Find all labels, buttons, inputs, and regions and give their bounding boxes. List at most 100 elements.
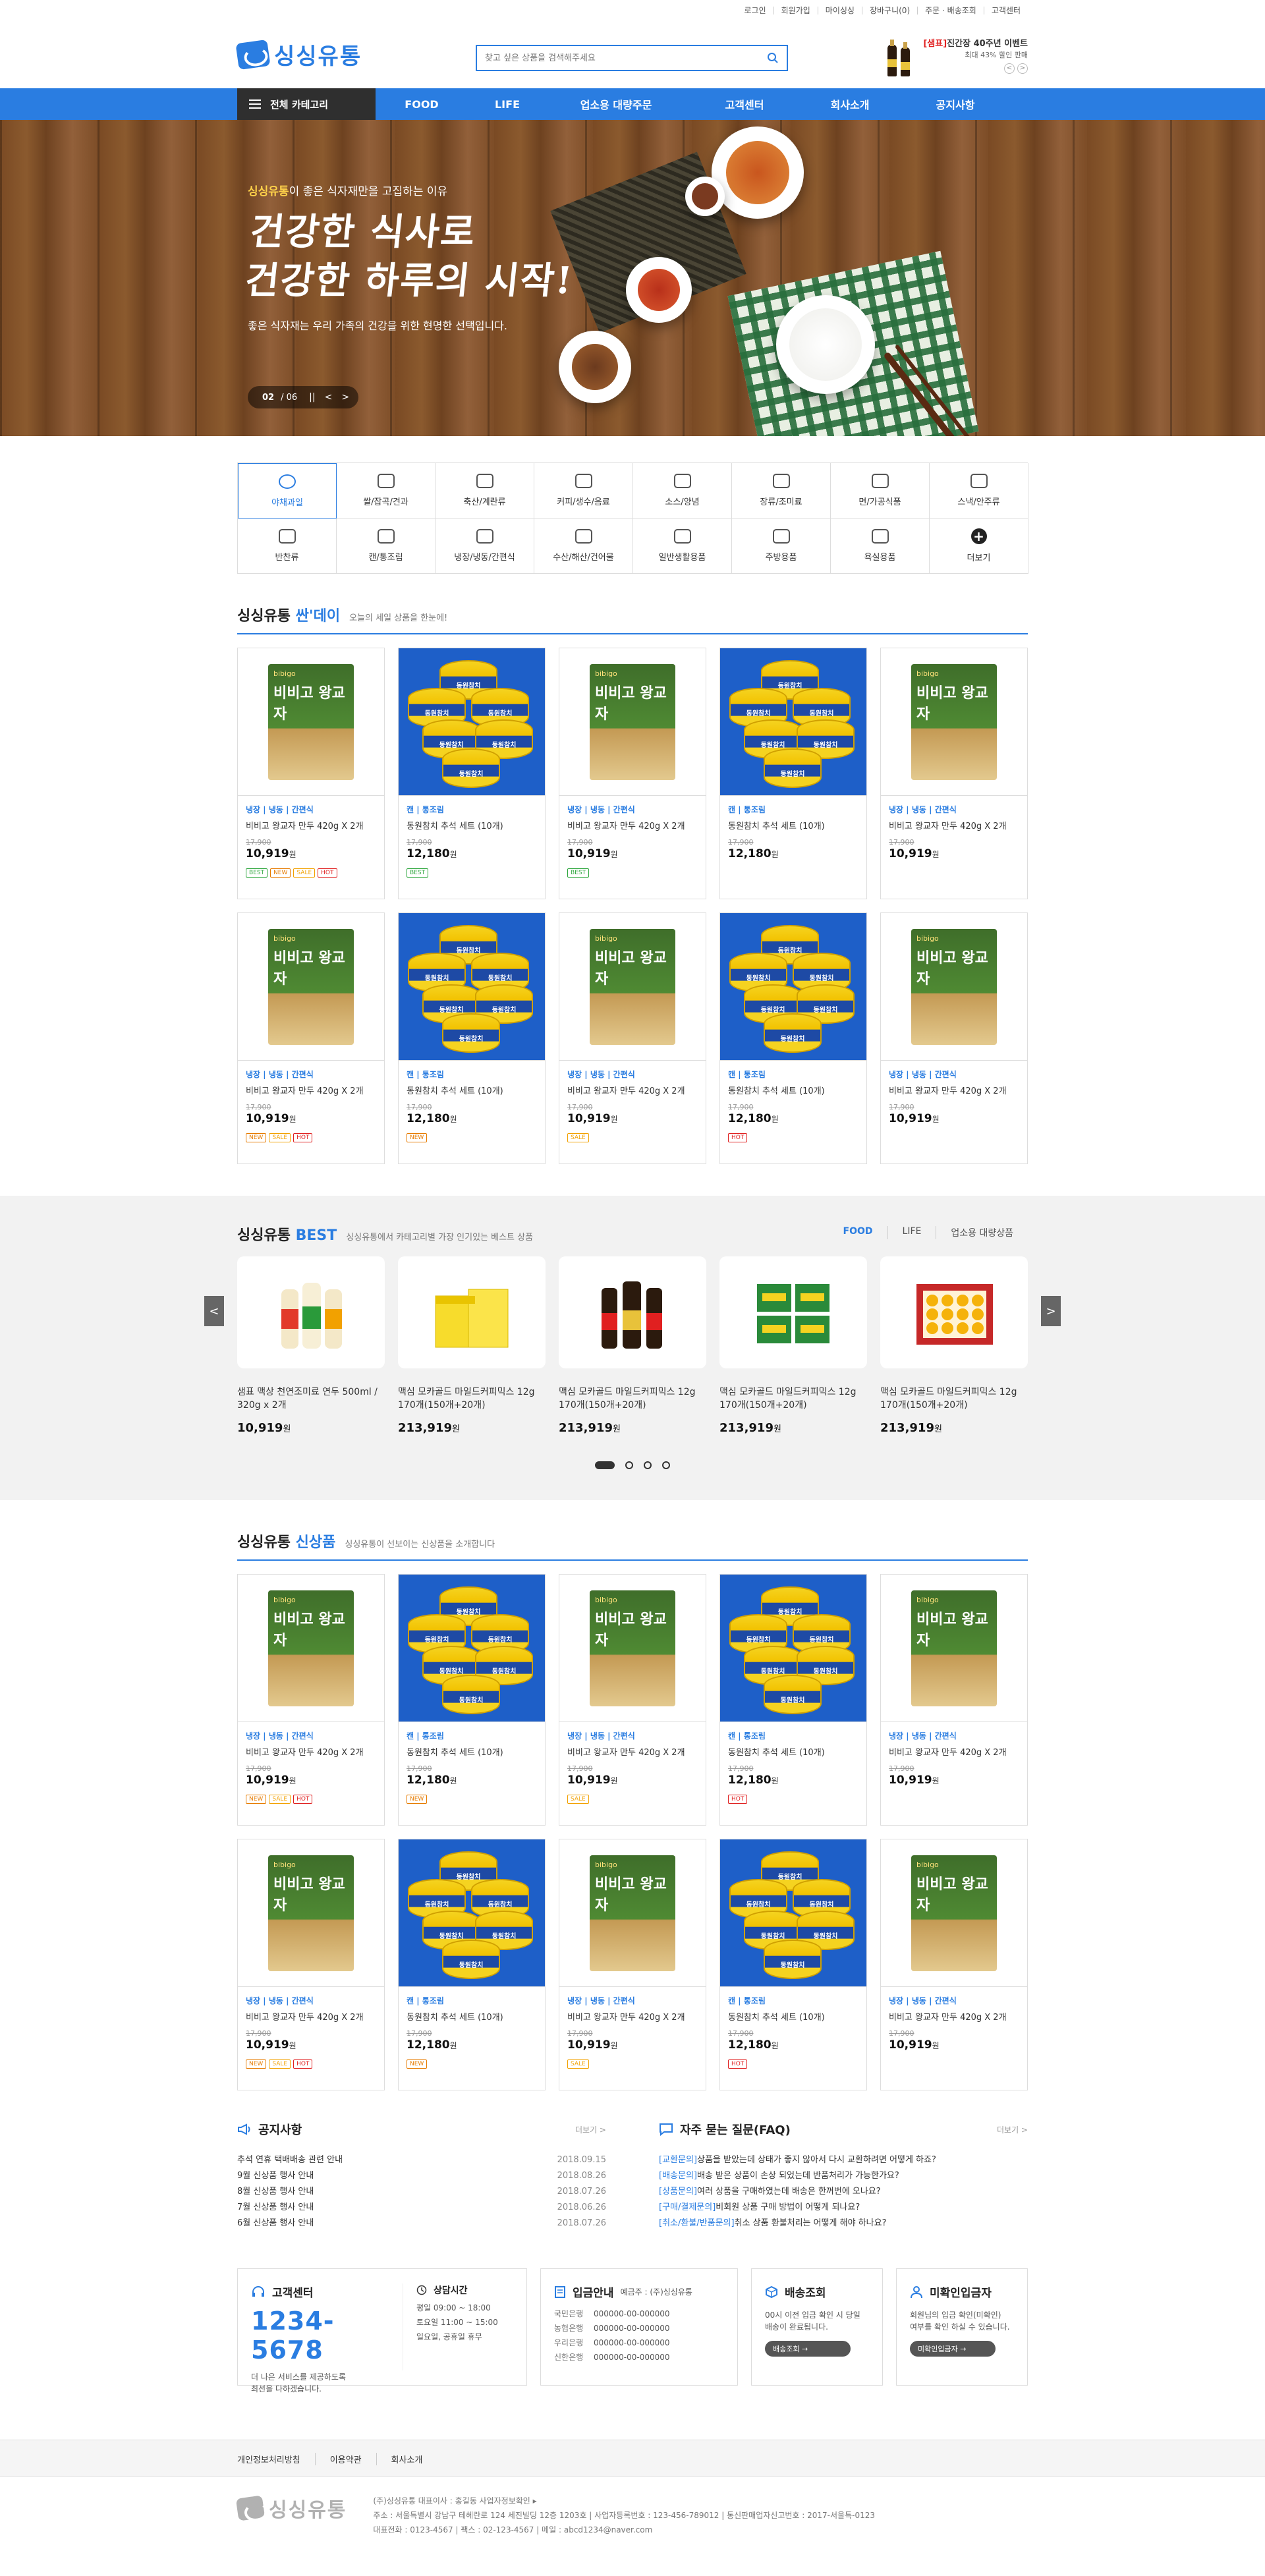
product-name[interactable]: 비비고 왕교자 만두 420g X 2개 [567,1084,698,1096]
product-card[interactable]: 동원참치 동원참치 동원참치 동원참치 동원참치 동원참치 캔 | 통조림 동원참치 추석 세… [398,912,546,1164]
product-name[interactable]: 비비고 왕교자 만두 420g X 2개 [567,1745,698,1758]
faq-item[interactable]: [교환문의]상품을 받았는데 상태가 좋지 않아서 다시 교환하려면 어떻게 하… [659,2152,1028,2168]
product-card[interactable]: bibigo 비비고 왕교자 냉장 | 냉동 | 간편식 비비고 왕교자 만두 420… [559,1839,706,2090]
faq-item-question[interactable]: 배송 받은 상품이 손상 되었는데 반품처리가 가능한가요? [697,2171,899,2181]
notice-item[interactable]: 8월 신상품 행사 안내 2018.07.26 [237,2184,606,2200]
product-name[interactable]: 동원참치 추석 세트 (10개) [728,819,858,831]
faq-item-question[interactable]: 여러 상품을 구매하였는데 배송은 한꺼번에 오나요? [697,2187,881,2197]
product-card[interactable]: bibigo 비비고 왕교자 냉장 | 냉동 | 간편식 비비고 왕교자 만두 420… [237,648,385,899]
best-product-item[interactable]: 맥심 모카골드 마일드커피믹스 12g 170개(150개+20개) 213,91… [398,1256,546,1435]
best-next-button[interactable]: > [1041,1296,1061,1326]
product-name[interactable]: 동원참치 추석 세트 (10개) [728,1745,858,1758]
product-image[interactable]: 동원참치 동원참치 동원참치 동원참치 동원참치 동원참치 [399,648,545,796]
category-item[interactable]: 스낵/안주류 [930,463,1028,518]
product-image[interactable]: 동원참치 동원참치 동원참치 동원참치 동원참치 동원참치 [720,1575,866,1722]
faq-item[interactable]: [취소/환불/반품문의]취소 상품 환불처리는 어떻게 해야 하나요? [659,2216,1028,2231]
product-image[interactable]: bibigo 비비고 왕교자 [881,648,1027,796]
best-tab[interactable]: FOOD [829,1226,887,1239]
category-item[interactable]: 주방용품 [732,518,831,574]
search-input[interactable] [485,53,759,63]
category-item[interactable]: 축산/계란류 [436,463,534,518]
notice-item-title[interactable]: 7월 신상품 행사 안내 [237,2200,314,2216]
category-item[interactable]: 일반생활용품 [633,518,732,574]
product-image[interactable]: 동원참치 동원참치 동원참치 동원참치 동원참치 동원참치 [720,1839,866,1987]
notice-item-title[interactable]: 추석 연휴 택배배송 관련 안내 [237,2152,343,2168]
product-image[interactable]: bibigo 비비고 왕교자 [881,1575,1027,1722]
util-link[interactable]: 로그인 [737,7,773,14]
pagination-dot[interactable] [625,1461,633,1469]
notice-item[interactable]: 9월 신상품 행사 안내 2018.08.26 [237,2168,606,2184]
footer-link[interactable]: 개인정보처리방침 [237,2453,315,2465]
best-product-image[interactable] [237,1256,385,1368]
nav-item[interactable]: 업소용 대량주문 [547,88,685,120]
product-card[interactable]: bibigo 비비고 왕교자 냉장 | 냉동 | 간편식 비비고 왕교자 만두 420… [559,648,706,899]
util-link[interactable]: 주문 · 배송조회 [917,7,984,14]
product-name[interactable]: 비비고 왕교자 만두 420g X 2개 [246,1084,376,1096]
product-name[interactable]: 비비고 왕교자 만두 420g X 2개 [889,1084,1019,1096]
product-image[interactable]: bibigo 비비고 왕교자 [238,1839,384,1987]
product-name[interactable]: 동원참치 추석 세트 (10개) [407,819,537,831]
category-item[interactable]: 커피/생수/음료 [534,463,633,518]
nav-item[interactable]: 고객센터 [685,88,804,120]
product-image[interactable]: 동원참치 동원참치 동원참치 동원참치 동원참치 동원참치 [720,913,866,1061]
nav-item[interactable]: 공지사항 [896,88,1015,120]
product-card[interactable]: 동원참치 동원참치 동원참치 동원참치 동원참치 동원참치 캔 | 통조림 동원참치 추석 세… [719,1574,867,1826]
category-item[interactable]: 수산/해산/건어물 [534,518,633,574]
product-name[interactable]: 비비고 왕교자 만두 420g X 2개 [246,819,376,831]
util-link[interactable]: 회원가입 [773,7,818,14]
hero-next-button[interactable]: > [341,392,349,403]
best-tab[interactable]: LIFE [887,1226,936,1239]
product-name[interactable]: 비비고 왕교자 만두 420g X 2개 [889,2010,1019,2023]
delivery-check-button[interactable]: 배송조회 → [765,2341,851,2357]
category-item[interactable]: 욕실용품 [831,518,930,574]
product-image[interactable]: bibigo 비비고 왕교자 [559,913,706,1061]
product-card[interactable]: bibigo 비비고 왕교자 냉장 | 냉동 | 간편식 비비고 왕교자 만두 420… [237,912,385,1164]
notice-item-title[interactable]: 6월 신상품 행사 안내 [237,2216,314,2231]
product-image[interactable]: bibigo 비비고 왕교자 [559,1575,706,1722]
product-name[interactable]: 동원참치 추석 세트 (10개) [407,1084,537,1096]
product-card[interactable]: bibigo 비비고 왕교자 냉장 | 냉동 | 간편식 비비고 왕교자 만두 420… [559,1574,706,1826]
best-product-image[interactable] [398,1256,546,1368]
product-image[interactable]: bibigo 비비고 왕교자 [559,648,706,796]
product-card[interactable]: 동원참치 동원참치 동원참치 동원참치 동원참치 동원참치 캔 | 통조림 동원참치 추석 세… [719,912,867,1164]
product-name[interactable]: 비비고 왕교자 만두 420g X 2개 [246,1745,376,1758]
best-product-item[interactable]: 맥심 모카골드 마일드커피믹스 12g 170개(150개+20개) 213,91… [880,1256,1028,1435]
category-item[interactable]: + 더보기 [930,518,1028,574]
notice-item-title[interactable]: 9월 신상품 행사 안내 [237,2168,314,2184]
product-name[interactable]: 비비고 왕교자 만두 420g X 2개 [567,819,698,831]
product-image[interactable]: bibigo 비비고 왕교자 [559,1839,706,1987]
footer-link[interactable]: 회사소개 [376,2452,437,2465]
category-item[interactable]: 반찬류 [238,518,337,574]
product-image[interactable]: bibigo 비비고 왕교자 [238,1575,384,1722]
product-image[interactable]: 동원참치 동원참치 동원참치 동원참치 동원참치 동원참치 [399,913,545,1061]
best-product-image[interactable] [719,1256,867,1368]
best-product-item[interactable]: 맥심 모카골드 마일드커피믹스 12g 170개(150개+20개) 213,91… [559,1256,706,1435]
product-card[interactable]: 동원참치 동원참치 동원참치 동원참치 동원참치 동원참치 캔 | 통조림 동원참치 추석 세… [719,1839,867,2090]
all-category-button[interactable]: 전체 카테고리 [237,88,376,120]
hero-prev-button[interactable]: < [325,392,333,403]
best-product-name[interactable]: 샘표 맥상 천연조미료 연두 500ml / 320g x 2개 [237,1386,385,1412]
faq-item-question[interactable]: 상품을 받았는데 상태가 좋지 않아서 다시 교환하려면 어떻게 하죠? [697,2155,936,2165]
product-card[interactable]: bibigo 비비고 왕교자 냉장 | 냉동 | 간편식 비비고 왕교자 만두 420… [237,1839,385,2090]
nav-item[interactable]: FOOD [376,88,468,120]
product-card[interactable]: bibigo 비비고 왕교자 냉장 | 냉동 | 간편식 비비고 왕교자 만두 420… [880,1574,1028,1826]
best-tab[interactable]: 업소용 대량상품 [936,1226,1028,1239]
util-link[interactable]: 고객센터 [983,7,1028,14]
faq-item-question[interactable]: 비회원 상품 구매 방법이 어떻게 되나요? [716,2202,860,2212]
category-item[interactable]: 장류/조미료 [732,463,831,518]
hero-pause-button[interactable]: || [309,392,315,403]
faq-item[interactable]: [구매/결제문의]비회원 상품 구매 방법이 어떻게 되나요? [659,2200,1028,2216]
product-card[interactable]: bibigo 비비고 왕교자 냉장 | 냉동 | 간편식 비비고 왕교자 만두 420… [237,1574,385,1826]
logo[interactable]: 싱싱유통 [235,38,362,70]
best-product-image[interactable] [559,1256,706,1368]
product-name[interactable]: 동원참치 추석 세트 (10개) [407,2010,537,2023]
nav-item[interactable]: LIFE [468,88,547,120]
pagination-dot[interactable] [595,1461,615,1469]
product-name[interactable]: 비비고 왕교자 만두 420g X 2개 [246,2010,376,2023]
footer-link[interactable]: 이용약관 [314,2452,376,2465]
best-product-name[interactable]: 맥심 모카골드 마일드커피믹스 12g 170개(150개+20개) [719,1386,867,1412]
product-name[interactable]: 동원참치 추석 세트 (10개) [728,1084,858,1096]
best-product-item[interactable]: 맥심 모카골드 마일드커피믹스 12g 170개(150개+20개) 213,91… [719,1256,867,1435]
promo-next-button[interactable]: > [1017,63,1028,74]
promo-prev-button[interactable]: < [1004,63,1015,74]
